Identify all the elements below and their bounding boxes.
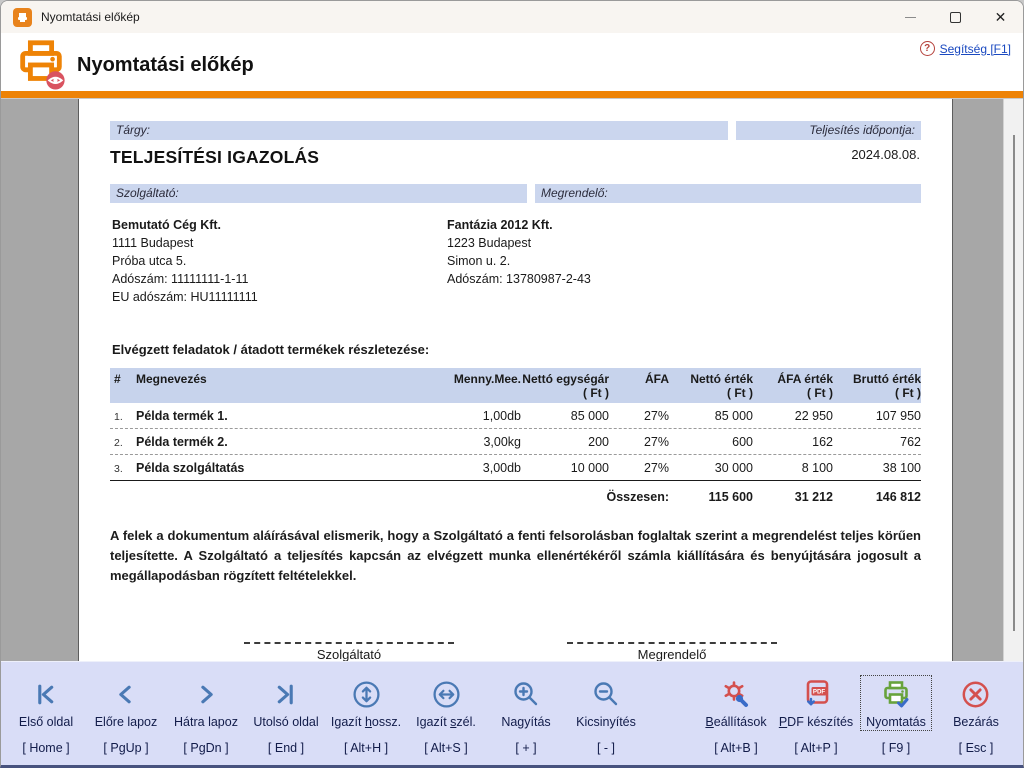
- maximize-button[interactable]: [933, 1, 978, 33]
- col-net: Nettó érték( Ft ): [675, 372, 753, 400]
- provider-label: Szolgáltató:: [110, 184, 527, 203]
- provider-line: EU adószám: HU11111111: [112, 288, 447, 306]
- fit-width-button[interactable]: Igazít szél. [ Alt+S ]: [406, 675, 486, 755]
- page-title: Nyomtatási előkép: [77, 54, 254, 77]
- zoom-in-button[interactable]: Nagyítás [ + ]: [486, 675, 566, 755]
- total-vat: 31 212: [753, 490, 833, 504]
- table-row: 2. Példa termék 2. 3,00kg 200 27% 600 16…: [110, 428, 921, 454]
- minimize-icon: [905, 17, 916, 18]
- first-page-button[interactable]: Első oldal [ Home ]: [6, 675, 86, 755]
- accent-divider: [1, 91, 1023, 98]
- document-title: TELJESÍTÉSI IGAZOLÁS: [110, 147, 319, 168]
- doc-title-row: TELJESÍTÉSI IGAZOLÁS 2024.08.08.: [110, 147, 921, 168]
- fit-height-button[interactable]: Igazít hossz. [ Alt+H ]: [326, 675, 406, 755]
- col-qty: Menny.Mee.: [403, 372, 521, 400]
- scrollbar-thumb[interactable]: [1013, 135, 1015, 631]
- toolbar: Első oldal [ Home ] Előre lapoz [ PgUp ]…: [1, 661, 1023, 765]
- zoom-in-icon: [512, 678, 540, 710]
- provider-line: Próba utca 5.: [112, 252, 447, 270]
- pdf-export-button[interactable]: PDF PDF készítés [ Alt+P ]: [776, 675, 856, 755]
- settings-button[interactable]: Beállítások [ Alt+B ]: [696, 675, 776, 755]
- document-page: Tárgy: Teljesítés időpontja: TELJESÍTÉSI…: [78, 99, 953, 661]
- page-forward-button[interactable]: Hátra lapoz [ PgDn ]: [166, 675, 246, 755]
- provider-block: Bemutató Cég Kft. 1111 Budapest Próba ut…: [110, 216, 447, 306]
- total-gross: 146 812: [833, 490, 921, 504]
- last-page-icon: [272, 678, 299, 710]
- close-circle-icon: [961, 678, 990, 710]
- customer-label: Megrendelő:: [535, 184, 921, 203]
- col-num: #: [110, 372, 136, 400]
- print-button[interactable]: Nyomtatás [ F9 ]: [856, 675, 936, 755]
- col-name: Megnevezés: [136, 372, 403, 400]
- header: Nyomtatási előkép ? Segítség [F1]: [1, 33, 1023, 91]
- customer-line: Adószám: 13780987-2-43: [447, 270, 921, 288]
- first-page-icon: [32, 678, 59, 710]
- subject-band-row: Tárgy: Teljesítés időpontja:: [110, 121, 921, 140]
- completion-date: 2024.08.08.: [851, 147, 921, 162]
- col-vat: ÁFA: [609, 372, 675, 400]
- declaration-text: A felek a dokumentum aláírásával elismer…: [110, 526, 921, 585]
- signature-provider: Szolgáltató: [244, 642, 454, 661]
- provider-line: Adószám: 11111111-1-11: [112, 270, 447, 288]
- col-gross: Bruttó érték( Ft ): [833, 372, 921, 400]
- fit-width-icon: [432, 678, 461, 710]
- provider-name: Bemutató Cég Kft.: [112, 216, 447, 234]
- last-page-button[interactable]: Utolsó oldal [ End ]: [246, 675, 326, 755]
- app-icon: [13, 8, 32, 27]
- customer-block: Fantázia 2012 Kft. 1223 Budapest Simon u…: [447, 216, 921, 306]
- table-row: 1. Példa termék 1. 1,00db 85 000 27% 85 …: [110, 403, 921, 428]
- signature-line: [244, 642, 454, 644]
- titlebar: Nyomtatási előkép ✕: [1, 1, 1023, 33]
- items-table: # Megnevezés Menny.Mee. Nettó egységár( …: [110, 368, 921, 513]
- settings-icon: [721, 678, 751, 710]
- zoom-out-icon: [592, 678, 620, 710]
- print-preview-icon: [14, 37, 68, 96]
- totals-row: Összesen: 115 600 31 212 146 812: [110, 481, 921, 513]
- subject-label: Tárgy:: [110, 121, 728, 140]
- customer-line: 1223 Budapest: [447, 234, 921, 252]
- preview-area: Tárgy: Teljesítés időpontja: TELJESÍTÉSI…: [1, 98, 1023, 661]
- print-preview-window: Nyomtatási előkép ✕ Nyomtatási előkép ? …: [0, 0, 1024, 768]
- table-row: 3. Példa szolgáltatás 3,00db 10 000 27% …: [110, 454, 921, 480]
- signature-customer: Megrendelő: [567, 642, 777, 661]
- next-page-icon: [193, 678, 220, 710]
- provider-line: 1111 Budapest: [112, 234, 447, 252]
- close-preview-button[interactable]: Bezárás [ Esc ]: [936, 675, 1016, 755]
- completion-date-label: Teljesítés időpontja:: [736, 121, 921, 140]
- help-link[interactable]: ? Segítség [F1]: [920, 41, 1011, 56]
- zoom-out-button[interactable]: Kicsinyítés [ - ]: [566, 675, 646, 755]
- maximize-icon: [950, 12, 961, 23]
- page-back-button[interactable]: Előre lapoz [ PgUp ]: [86, 675, 166, 755]
- fit-height-icon: [352, 678, 381, 710]
- help-icon: ?: [920, 41, 935, 56]
- total-label: Összesen:: [525, 490, 675, 504]
- col-unit-price: Nettó egységár( Ft ): [521, 372, 609, 400]
- customer-name: Fantázia 2012 Kft.: [447, 216, 921, 234]
- close-icon: ✕: [995, 10, 1007, 24]
- print-icon: [881, 678, 911, 710]
- help-link-label: Segítség [F1]: [940, 42, 1011, 56]
- parties-band-row: Szolgáltató: Megrendelő:: [110, 184, 921, 203]
- minimize-button[interactable]: [888, 1, 933, 33]
- customer-line: Simon u. 2.: [447, 252, 921, 270]
- parties: Bemutató Cég Kft. 1111 Budapest Próba ut…: [110, 216, 921, 306]
- details-heading: Elvégzett feladatok / átadott termékek r…: [110, 342, 921, 357]
- prev-page-icon: [112, 678, 139, 710]
- signatures: Szolgáltató Megrendelő: [110, 642, 921, 661]
- svg-text:PDF: PDF: [813, 689, 826, 696]
- table-header: # Megnevezés Menny.Mee. Nettó egységár( …: [110, 368, 921, 403]
- signature-line: [567, 642, 777, 644]
- pdf-export-icon: PDF: [801, 678, 831, 710]
- close-window-button[interactable]: ✕: [978, 1, 1023, 33]
- preview-scrollbar[interactable]: [1003, 99, 1023, 661]
- col-vat-value: ÁFA érték( Ft ): [753, 372, 833, 400]
- total-net: 115 600: [675, 490, 753, 504]
- window-title: Nyomtatási előkép: [41, 10, 140, 24]
